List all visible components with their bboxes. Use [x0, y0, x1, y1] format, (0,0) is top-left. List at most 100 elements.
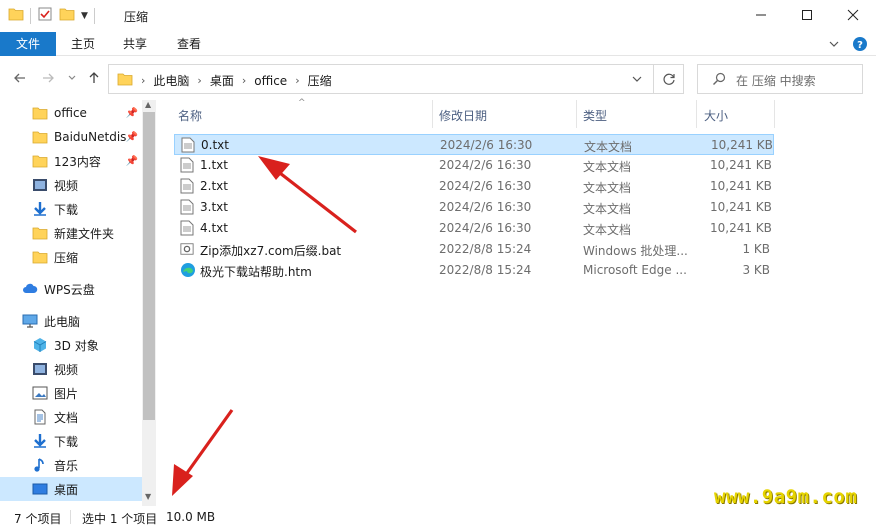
- sidebar-item-baidunetdisk[interactable]: BaiduNetdis 📌: [0, 125, 142, 149]
- sidebar-item-wps-cloud[interactable]: WPS云盘: [0, 277, 142, 301]
- sidebar-item-videos-quick[interactable]: 视频: [0, 173, 142, 197]
- chevron-right-icon[interactable]: ›: [197, 74, 201, 87]
- sidebar-item-documents[interactable]: 文档: [0, 405, 142, 429]
- file-row-3[interactable]: 3.txt 2024/2/6 16:30 文本文档 10,241 KB: [174, 197, 774, 218]
- file-date: 2024/2/6 16:30: [439, 200, 532, 214]
- scroll-up-icon[interactable]: ▲: [145, 100, 151, 109]
- column-divider[interactable]: [774, 100, 775, 128]
- sidebar-item-label: office: [54, 106, 87, 120]
- properties-icon[interactable]: [37, 6, 53, 25]
- sidebar-item-office[interactable]: office 📌: [0, 101, 142, 125]
- sidebar-item-label: 下载: [54, 434, 79, 449]
- column-divider[interactable]: [576, 100, 577, 128]
- sidebar-item-label: 图片: [54, 386, 79, 401]
- close-button[interactable]: [830, 0, 876, 30]
- sidebar-item-downloads-quick[interactable]: 下载: [0, 197, 142, 221]
- sidebar-item-new-folder[interactable]: 新建文件夹: [0, 221, 142, 245]
- help-icon[interactable]: ?: [852, 36, 868, 55]
- folder-icon: [32, 129, 48, 145]
- file-type: 文本文档: [583, 202, 632, 216]
- file-size: 10,241 KB: [711, 138, 773, 152]
- column-size[interactable]: 大小: [704, 107, 728, 124]
- status-divider: [70, 510, 71, 524]
- sidebar-item-downloads[interactable]: 下载: [0, 429, 142, 453]
- sidebar-item-music[interactable]: 音乐: [0, 453, 142, 477]
- tab-home[interactable]: 主页: [60, 32, 106, 56]
- file-row-5[interactable]: Zip添加xz7.com后缀.bat 2022/8/8 15:24 Window…: [174, 239, 774, 260]
- chevron-right-icon[interactable]: ›: [295, 74, 299, 87]
- expand-ribbon-icon[interactable]: [828, 38, 840, 53]
- chevron-right-icon[interactable]: ›: [141, 74, 145, 87]
- file-name: 3.txt: [200, 200, 228, 214]
- selection-count: 选中 1 个项目: [82, 512, 158, 526]
- sidebar-item-videos[interactable]: 视频: [0, 357, 142, 381]
- column-divider[interactable]: [432, 100, 433, 128]
- refresh-icon: [663, 73, 675, 85]
- recent-locations-button[interactable]: [62, 68, 82, 88]
- address-dropdown-icon[interactable]: [631, 73, 643, 88]
- separator: [93, 7, 95, 24]
- search-box[interactable]: 在 压缩 中搜索: [697, 64, 863, 94]
- file-name: 极光下载站帮助.htm: [200, 265, 312, 279]
- folder-icon: [8, 6, 24, 25]
- file-name: Zip添加xz7.com后缀.bat: [200, 244, 342, 258]
- file-row-1[interactable]: 1.txt 2024/2/6 16:30 文本文档 10,241 KB: [174, 155, 774, 176]
- scrollbar-thumb[interactable]: [143, 112, 155, 420]
- file-row-6[interactable]: 极光下载站帮助.htm 2022/8/8 15:24 Microsoft Edg…: [174, 260, 774, 281]
- file-size: 10,241 KB: [710, 221, 772, 235]
- sidebar-item-123[interactable]: 123内容 📌: [0, 149, 142, 173]
- customize-toolbar-icon[interactable]: ▼: [81, 11, 88, 21]
- file-row-4[interactable]: 4.txt 2024/2/6 16:30 文本文档 10,241 KB: [174, 218, 774, 239]
- column-divider[interactable]: [696, 100, 697, 128]
- file-type: Microsoft Edge ...: [583, 263, 687, 277]
- file-name: 4.txt: [200, 221, 228, 235]
- sidebar-item-label: BaiduNetdis: [54, 130, 127, 144]
- breadcrumb-item[interactable]: 桌面: [210, 72, 234, 89]
- tab-share[interactable]: 共享: [112, 32, 158, 56]
- sidebar-scrollbar[interactable]: ▲ ▼: [142, 100, 156, 506]
- sidebar-item-desktop[interactable]: 桌面: [0, 477, 142, 501]
- sidebar-item-3d-objects[interactable]: 3D 对象: [0, 333, 142, 357]
- forward-button[interactable]: [38, 68, 58, 88]
- file-name: 0.txt: [201, 138, 229, 152]
- search-input[interactable]: 在 压缩 中搜索: [736, 72, 816, 89]
- sidebar-item-compress[interactable]: 压缩: [0, 245, 142, 269]
- video-icon: [32, 177, 48, 193]
- video-icon: [32, 361, 48, 377]
- item-count: 7 个项目: [14, 512, 62, 526]
- refresh-button[interactable]: [654, 64, 684, 94]
- computer-icon: [22, 313, 38, 329]
- column-name[interactable]: 名称: [178, 107, 202, 124]
- svg-text:?: ?: [857, 40, 863, 51]
- file-row-2[interactable]: 2.txt 2024/2/6 16:30 文本文档 10,241 KB: [174, 176, 774, 197]
- text-file-icon: [181, 137, 195, 153]
- back-button[interactable]: [10, 68, 30, 88]
- scroll-down-icon[interactable]: ▼: [145, 492, 151, 501]
- address-bar[interactable]: › 此电脑 › 桌面 › office › 压缩: [108, 64, 654, 94]
- tab-file[interactable]: 文件: [0, 32, 56, 56]
- folder-icon: [117, 71, 133, 90]
- sidebar-item-label: 3D 对象: [54, 338, 99, 353]
- cube-icon: [32, 337, 48, 353]
- column-header: ^ 名称 修改日期 类型 大小: [160, 98, 876, 128]
- breadcrumb-item[interactable]: 压缩: [308, 72, 332, 89]
- sidebar-item-pictures[interactable]: 图片: [0, 381, 142, 405]
- breadcrumb-item[interactable]: office: [254, 74, 287, 88]
- folder-icon: [32, 249, 48, 265]
- breadcrumb-item[interactable]: 此电脑: [153, 72, 189, 89]
- up-button[interactable]: [84, 68, 104, 88]
- chevron-right-icon[interactable]: ›: [242, 74, 246, 87]
- sidebar-item-label: 此电脑: [44, 314, 81, 329]
- new-folder-icon[interactable]: [59, 6, 75, 25]
- file-row-0[interactable]: 0.txt 2024/2/6 16:30 文本文档 10,241 KB: [174, 134, 774, 155]
- maximize-button[interactable]: [784, 0, 830, 30]
- column-date[interactable]: 修改日期: [439, 107, 487, 124]
- sidebar-item-label: 新建文件夹: [54, 226, 115, 241]
- folder-icon: [32, 225, 48, 241]
- file-name: 2.txt: [200, 179, 228, 193]
- sidebar-item-label: 视频: [54, 178, 79, 193]
- minimize-button[interactable]: [738, 0, 784, 30]
- column-type[interactable]: 类型: [583, 107, 607, 124]
- tab-view[interactable]: 查看: [166, 32, 212, 56]
- sidebar-item-this-pc[interactable]: 此电脑: [0, 309, 142, 333]
